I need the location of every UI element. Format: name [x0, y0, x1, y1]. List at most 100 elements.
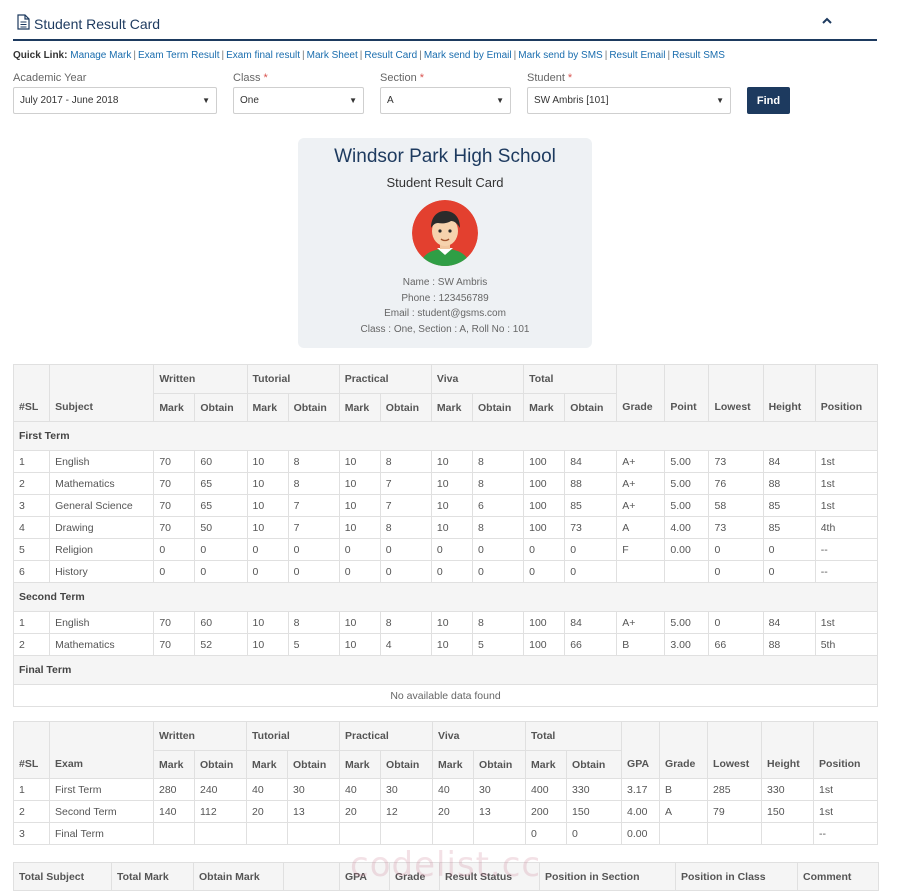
table-cell: 10: [338, 494, 381, 517]
col-lowest: Lowest: [708, 364, 764, 422]
col-mark: Mark: [338, 393, 381, 422]
table-cell: 0: [523, 560, 566, 583]
table-cell: 100: [523, 633, 566, 656]
table-cell: 10: [430, 633, 473, 656]
table-cell: 3: [12, 494, 51, 517]
student-select[interactable]: SW Ambris [101] ▼: [527, 87, 731, 114]
table-cell: 4th: [814, 516, 879, 539]
table-cell: 20: [246, 800, 289, 823]
table-cell: 7: [379, 472, 432, 495]
student-phone: Phone : 123456789: [401, 292, 489, 304]
find-button[interactable]: Find: [747, 87, 790, 114]
table-cell: 8: [287, 611, 340, 634]
col-practical: Practical: [339, 721, 434, 751]
section-filter: Section * A ▼: [380, 72, 511, 114]
table-cell: 0: [338, 538, 381, 561]
table-cell: 200: [525, 800, 568, 823]
table-row: 5 Religion 0 0 0 0 0 0 0 0 0 0 F 0.00 0 0 --: [12, 538, 879, 561]
summary-col-header: Obtain Mark: [193, 862, 284, 891]
quick-link-mark-sheet[interactable]: Mark Sheet: [307, 50, 358, 61]
student-filter: Student * SW Ambris [101] ▼: [527, 72, 731, 114]
table-cell: A: [659, 800, 709, 823]
class-filter: Class * One ▼: [233, 72, 364, 114]
col-exam: Exam: [49, 721, 154, 779]
table-cell: 40: [246, 778, 289, 801]
table-cell: 4: [12, 516, 51, 539]
table-cell: 10: [430, 611, 473, 634]
table-cell: [659, 822, 709, 845]
col-mark: Mark: [153, 393, 196, 422]
col-sl: #SL: [13, 721, 50, 779]
table-cell: 30: [380, 778, 434, 801]
quick-link-result-email[interactable]: Result Email: [609, 50, 665, 61]
quick-link-manage-mark[interactable]: Manage Mark: [70, 50, 131, 61]
table-cell: 10: [246, 472, 289, 495]
table-cell: A+: [616, 494, 666, 517]
table-cell: 1st: [813, 800, 879, 823]
table-cell: 10: [338, 472, 381, 495]
quick-link-exam-final-result[interactable]: Exam final result: [226, 50, 300, 61]
table-cell: 0: [471, 538, 525, 561]
table-cell: F: [616, 538, 666, 561]
panel-header: Student Result Card: [13, 9, 877, 41]
table-cell: 66: [708, 633, 764, 656]
student-info: Name : SW Ambris Phone : 123456789 Email…: [298, 275, 592, 337]
summary-col-header: Position in Section: [539, 862, 676, 891]
col-mark: Mark: [525, 750, 568, 779]
table-cell: 100: [523, 450, 566, 473]
col-sl: #SL: [12, 364, 51, 422]
table-cell: [193, 822, 248, 845]
table-row: 2 Second Term 140 112 20 13 20 12 20 13 200 150 4.00…: [13, 800, 879, 823]
table-row: 1 English 70 60 10 8 10 8 10 8 100 84 A+ 5.00 0 84 1st: [12, 611, 879, 634]
col-obtain: Obtain: [193, 750, 248, 779]
section-label: Section *: [380, 72, 424, 84]
table-cell: 8: [287, 472, 340, 495]
table-cell: A+: [616, 450, 666, 473]
table-cell: 10: [430, 450, 473, 473]
table-cell: A: [616, 516, 666, 539]
table-cell: 0: [194, 538, 248, 561]
table-cell: 50: [194, 516, 248, 539]
col-tutorial: Tutorial: [246, 721, 341, 751]
empty-message: No available data found: [13, 684, 878, 707]
col-obtain: Obtain: [379, 393, 432, 422]
table-cell: 0: [338, 560, 381, 583]
quick-link-mark-send-sms[interactable]: Mark send by SMS: [518, 50, 602, 61]
table-cell: 66: [564, 633, 618, 656]
col-mark: Mark: [246, 750, 289, 779]
table-cell: 400: [525, 778, 568, 801]
table-cell: 8: [471, 450, 525, 473]
quick-link-result-sms[interactable]: Result SMS: [672, 50, 725, 61]
table-cell: 84: [762, 611, 816, 634]
table-cell: 3.00: [664, 633, 710, 656]
table-cell: 1st: [814, 611, 879, 634]
table-cell: 5.00: [664, 494, 710, 517]
table-cell: 12: [380, 800, 434, 823]
table-cell: 1st: [813, 778, 879, 801]
quick-link-result-card[interactable]: Result Card: [364, 50, 417, 61]
table-cell: 88: [762, 472, 816, 495]
academic-year-select[interactable]: July 2017 - June 2018 ▼: [13, 87, 217, 114]
table-cell: [616, 560, 666, 583]
table-cell: 150: [566, 800, 623, 823]
table-cell: 73: [564, 516, 618, 539]
table-cell: 8: [379, 450, 432, 473]
table-cell: 140: [153, 800, 195, 823]
col-written: Written: [152, 721, 248, 751]
table-cell: 3: [13, 822, 50, 845]
table-cell: 10: [338, 450, 381, 473]
table-cell: 3.17: [621, 778, 661, 801]
class-select[interactable]: One ▼: [233, 87, 364, 114]
table-row: 1 English 70 60 10 8 10 8 10 8 100 84 A+ 5.00 73 84 1st: [12, 450, 879, 473]
chevron-up-icon[interactable]: [821, 15, 833, 30]
quick-link-exam-term-result[interactable]: Exam Term Result: [138, 50, 220, 61]
table-cell: 10: [246, 633, 289, 656]
quick-link-mark-send-email[interactable]: Mark send by Email: [424, 50, 512, 61]
table-cell: 58: [708, 494, 764, 517]
table-cell: --: [814, 538, 879, 561]
term-name: Final Term: [13, 655, 878, 685]
student-name: Name : SW Ambris: [402, 277, 488, 288]
table-cell: 10: [338, 633, 381, 656]
empty-row: No available data found: [13, 684, 878, 707]
section-select[interactable]: A ▼: [380, 87, 511, 114]
